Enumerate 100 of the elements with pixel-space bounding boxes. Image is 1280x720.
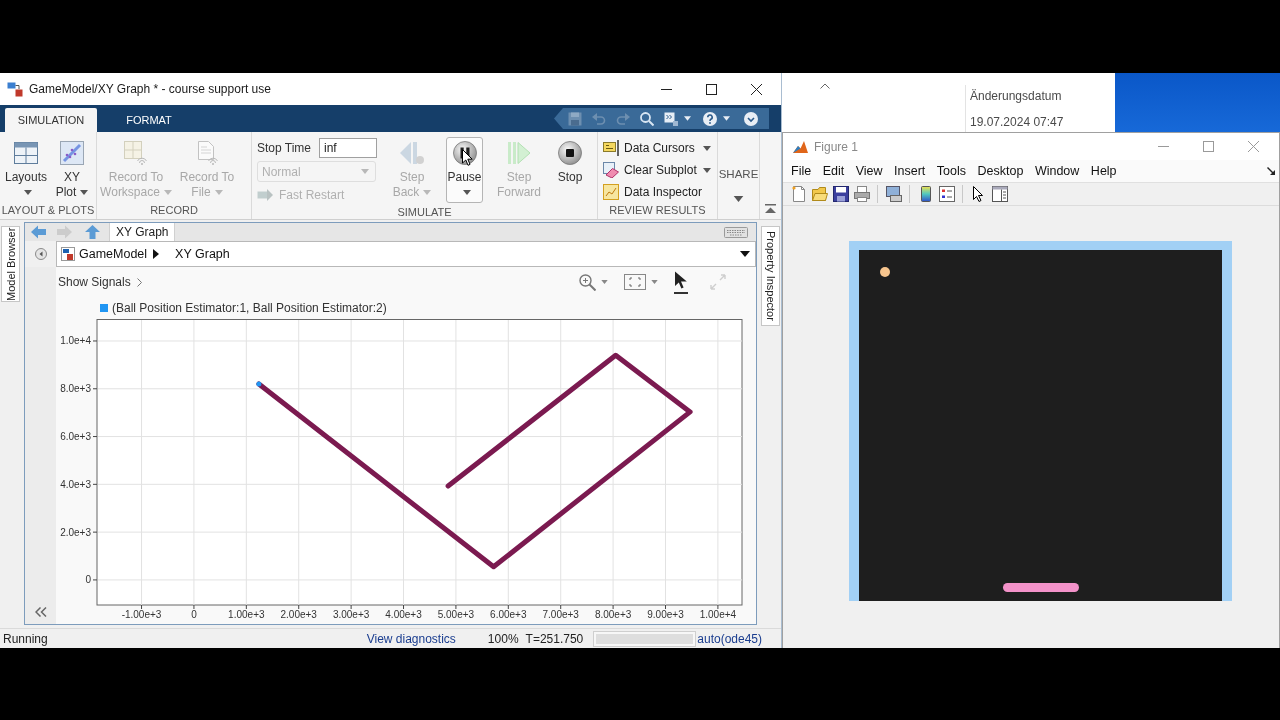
menu-item[interactable]: Window [1029,164,1085,178]
x-tick-label: 0 [191,609,197,620]
grid-layout-icon [14,141,38,165]
y-tick-label: 4.0e+3 [60,478,91,490]
x-tick-label: 7.00e+3 [542,609,579,620]
editor-tab[interactable]: XY Graph [109,223,176,241]
model-browser-tab[interactable]: Model Browser [1,226,20,302]
keyboard-icon[interactable] [724,226,748,238]
column-header[interactable]: Änderungsdatum [970,89,1064,103]
menu-item[interactable]: Help [1085,164,1122,178]
caret-icon[interactable] [601,280,608,284]
simulation-time: T=251.750 [525,631,584,646]
property-inspector-tab[interactable]: Property Inspector [761,226,780,326]
show-signals-button[interactable]: Show Signals [58,275,142,289]
menu-item[interactable]: Insert [889,164,931,178]
section-title: RECORD [149,204,199,218]
chevron-right-icon [136,277,142,287]
dock-arrow-icon[interactable] [1267,167,1275,175]
ball-icon [880,267,890,277]
field-label: Stop Time [257,141,312,155]
date-cell: 19.07.2024 07:47 [970,115,1064,129]
caret-icon[interactable] [684,116,691,121]
collapse-left-icon[interactable] [34,607,47,617]
zoom-in-icon[interactable] [579,273,596,291]
printer-icon[interactable] [853,186,870,202]
chevron-down-icon[interactable] [744,111,758,126]
menu-item[interactable]: Edit [817,164,850,178]
eraser-icon [603,162,619,178]
step-back-icon [400,141,424,165]
y-tick-label: 1.0e+4 [60,335,91,347]
share-button[interactable]: SHARE [718,132,759,219]
stop-time-field[interactable]: inf [319,138,378,158]
caret-icon [361,169,369,174]
x-tick-label: 5.00e+3 [437,609,475,620]
y-tick-label: 6.0e+3 [60,431,91,443]
model-app-icon [7,81,23,97]
x-tick-label: -1.00e+3 [121,609,162,620]
new-file-icon[interactable] [790,186,807,202]
xy-plot-button[interactable]: XY Plot [54,137,90,203]
step-forward-icon [507,141,531,165]
legend-label: (Ball Position Estimator:1, Ball Position Estimator:2) [112,301,387,315]
x-tick-label: 8.00e+3 [594,609,632,620]
progress-percent: 100% [487,631,519,646]
panel-icon[interactable] [991,186,1008,202]
layouts-button[interactable]: Layouts [3,137,49,203]
pointer-icon[interactable] [674,270,688,294]
y-tick-label: 2.0e+3 [60,526,91,538]
breadcrumb-item[interactable]: XY Graph [171,247,234,261]
fit-to-view-icon[interactable] [624,274,646,290]
clear-subplot-button[interactable]: Clear Subplot [603,159,711,181]
diagnostics-link[interactable]: View diagnostics [366,631,456,646]
pause-button[interactable]: Pause [446,137,483,203]
mouse-pointer-icon [462,149,473,166]
section-title: LAYOUT & PLOTS [0,204,96,218]
line-chart-icon [603,184,619,200]
legend-icon[interactable] [938,186,955,202]
menu-item[interactable]: View [850,164,888,178]
close-icon[interactable] [751,83,762,95]
save-icon[interactable] [832,186,849,202]
maximize-icon[interactable] [706,83,717,95]
caret-icon[interactable] [651,280,658,284]
y-tick-label: 0 [85,574,91,586]
library-icon[interactable] [664,111,678,126]
scatter-plot-icon [60,141,84,165]
dropdown-arrow-icon[interactable] [740,251,750,257]
menu-item[interactable]: Desktop [972,164,1029,178]
section-title: SIMULATE [396,206,453,219]
sort-caret-icon[interactable] [820,83,830,89]
status-text: Running [3,631,48,646]
menu-item[interactable]: File [786,164,817,178]
history-icon[interactable] [34,248,47,260]
x-tick-label: 1.00e+3 [228,609,265,620]
window-title: GameModel/XY Graph * - course support use [29,82,271,96]
model-icon [61,247,75,261]
ribbon-tab[interactable]: SIMULATION [5,108,97,132]
breadcrumb-item[interactable]: GameModel [75,247,152,261]
help-icon[interactable] [703,111,717,126]
search-icon[interactable] [640,111,654,126]
data-inspector-button[interactable]: Data Inspector [603,181,711,203]
fast-restart-icon [257,188,273,202]
button-label: Data Inspector [624,185,703,199]
document-signal-icon [195,141,219,165]
grid-signal-icon [124,141,148,165]
caret-icon[interactable] [723,116,730,121]
solver-link[interactable]: auto(ode45) [697,631,762,646]
separator-arrow-icon [153,249,160,259]
menu-item[interactable]: Tools [931,164,972,178]
button-label: Data Cursors [624,141,695,155]
stop-icon [558,141,582,165]
stop-button[interactable]: Stop [550,137,590,188]
monitor-icon[interactable] [885,186,902,202]
paddle-icon [1003,583,1079,592]
collapse-ribbon-icon[interactable] [765,204,776,213]
x-tick-label: 9.00e+3 [647,609,684,620]
x-tick-label: 4.00e+3 [385,609,422,620]
y-tick-label: 8.0e+3 [60,383,91,395]
ribbon-tab[interactable]: FORMAT [103,108,195,132]
x-tick-label: 6.00e+3 [490,609,527,620]
data-cursors-button[interactable]: Data Cursors [603,137,711,159]
peak-logo-icon [793,139,808,154]
